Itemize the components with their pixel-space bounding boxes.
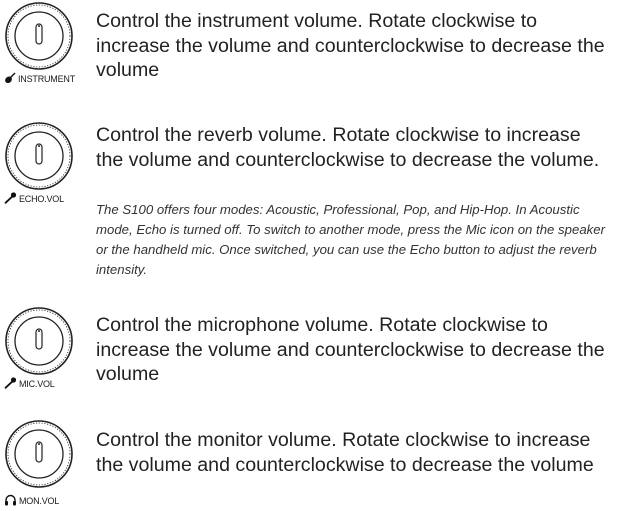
knob-description: Control the reverb volume. Rotate clockw… — [96, 124, 600, 171]
knob-icon — [3, 305, 75, 377]
mode-note: The S100 offers four modes: Acoustic, Pr… — [96, 202, 605, 277]
headphones-icon — [4, 494, 17, 508]
knob-icon — [3, 120, 75, 192]
guitar-icon — [4, 72, 16, 86]
knob-icon — [3, 0, 75, 72]
knob-description: Control the monitor volume. Rotate clock… — [96, 429, 594, 476]
microphone-icon — [4, 192, 17, 206]
knob-icon — [3, 418, 75, 490]
knob-label-text: INSTRUMENT — [18, 74, 75, 84]
knob-label-text: MIC.VOL — [19, 379, 55, 389]
knob-label: ECHO.VOL — [4, 192, 94, 206]
knob-label-text: MON.VOL — [19, 496, 60, 506]
knob-label: MIC.VOL — [4, 377, 94, 391]
knob-description: Control the instrument volume. Rotate cl… — [96, 10, 605, 81]
knob-label: MON.VOL — [4, 494, 94, 508]
microphone-icon — [4, 377, 17, 391]
knob-description: Control the microphone volume. Rotate cl… — [96, 314, 605, 385]
knob-label-text: ECHO.VOL — [19, 194, 64, 204]
knob-label: INSTRUMENT — [4, 72, 94, 86]
